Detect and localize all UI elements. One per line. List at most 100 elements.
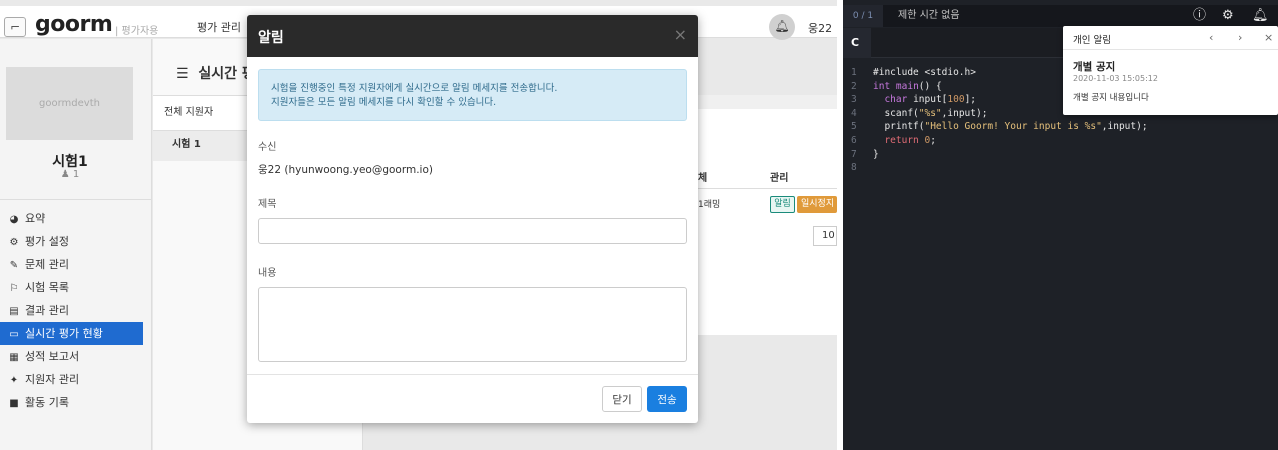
notification-modal: 알림 × 시험을 진행중인 특정 지원자에게 실시간으로 알림 메세지를 전송합… bbox=[247, 15, 698, 423]
code-line: 7} bbox=[843, 148, 1278, 162]
send-button[interactable]: 전송 bbox=[647, 386, 687, 412]
sidebar-item-label: 문제 관리 bbox=[25, 258, 69, 271]
sidebar-item-label: 지원자 관리 bbox=[25, 373, 80, 386]
line-number: 7 bbox=[851, 148, 857, 160]
chevron-right-icon[interactable]: › bbox=[1238, 31, 1242, 44]
monitor-icon: ▭ bbox=[9, 329, 19, 340]
recipient-label: 수신 bbox=[258, 142, 277, 153]
goorm-logo[interactable]: goorm bbox=[35, 12, 113, 37]
code-text: char input[100]; bbox=[884, 94, 977, 106]
back-button[interactable]: ⌐ bbox=[4, 17, 26, 37]
user-name[interactable]: 웅22 bbox=[808, 20, 832, 36]
table-header-manage: 관리 bbox=[770, 173, 789, 184]
document-icon: ▤ bbox=[9, 306, 19, 317]
info-line-2: 지원자들은 모든 알림 메세지를 다시 확인할 수 있습니다. bbox=[271, 97, 497, 108]
table-header-partial: 체 bbox=[698, 173, 708, 184]
notification-header: 개인 알림 ‹ › × bbox=[1063, 26, 1278, 50]
info-icon[interactable]: ⓘ bbox=[1193, 8, 1206, 24]
content-label: 내용 bbox=[258, 268, 277, 279]
sidebar-item-activity-log[interactable]: ■ 활동 기록 bbox=[0, 391, 143, 414]
sidebar-item-eval-settings[interactable]: ⚙ 평가 설정 bbox=[0, 230, 143, 253]
code-text: scanf("%s",input); bbox=[873, 107, 988, 119]
modal-header: 알림 × bbox=[247, 15, 698, 57]
line-number: 1 bbox=[851, 67, 857, 78]
sidebar-item-label: 활동 기록 bbox=[25, 396, 69, 409]
gear-icon: ⚙ bbox=[9, 237, 19, 248]
sidebar-item-label: 시험 목록 bbox=[25, 281, 69, 294]
recipient-value: 웅22 (hyunwoong.yeo@goorm.io) bbox=[258, 164, 433, 176]
problem-counter[interactable]: 0 / 1 bbox=[843, 5, 883, 27]
bell-icon[interactable]: 🔔︎ bbox=[1252, 8, 1269, 24]
gear-icon[interactable]: ⚙ bbox=[1222, 8, 1234, 24]
personal-notification-popup: 개인 알림 ‹ › × 개별 공지 2020-11-03 15:05:12 개별… bbox=[1063, 26, 1278, 115]
graduation-cap-icon: ✦ bbox=[9, 375, 19, 386]
info-line-1: 시험을 진행중인 특정 지원자에게 실시간으로 알림 메세지를 전송합니다. bbox=[271, 83, 558, 94]
report-icon: ▦ bbox=[9, 352, 19, 363]
sidebar: goormdevth 시험1 ♟ 1 ◕ 요약 ⚙ 평가 설정 ✎ 문제 관리 ⚐ 시험… bbox=[0, 39, 152, 450]
bell-icon[interactable]: 🔔︎ bbox=[769, 14, 795, 40]
tab-c[interactable]: C bbox=[843, 28, 871, 58]
table-cell-partial: 1래밍 bbox=[698, 200, 721, 210]
close-button[interactable]: 닫기 bbox=[602, 386, 642, 412]
sidebar-item-label: 결과 관리 bbox=[25, 304, 69, 317]
sidebar-item-label: 평가 설정 bbox=[25, 235, 69, 248]
modal-footer-divider bbox=[247, 374, 698, 375]
page-size-select[interactable]: 10 bbox=[813, 226, 837, 246]
sitemap-icon: ⚐ bbox=[9, 283, 19, 294]
sidebar-item-label: 성적 보고서 bbox=[25, 350, 80, 363]
subject-input[interactable] bbox=[258, 218, 687, 244]
code-line: 8 bbox=[843, 161, 1278, 175]
archive-icon: ■ bbox=[9, 398, 19, 409]
code-text: #include <stdio.h> bbox=[873, 67, 976, 78]
exam-participant-count: ♟ 1 bbox=[0, 169, 140, 180]
line-number: 6 bbox=[851, 134, 857, 146]
exam-name: 시험1 bbox=[52, 154, 88, 170]
sidebar-item-label: 실시간 평가 현황 bbox=[25, 327, 103, 340]
menu-icon[interactable]: ☰ bbox=[176, 66, 189, 82]
exam-thumbnail: goormdevth bbox=[6, 67, 133, 140]
sidebar-item-result-management[interactable]: ▤ 결과 관리 bbox=[0, 299, 143, 322]
notify-button[interactable]: 알림 bbox=[770, 196, 795, 213]
exam-count-value: 1 bbox=[72, 169, 80, 180]
code-text: return 0; bbox=[884, 134, 936, 146]
pause-button[interactable]: 일시정지 bbox=[797, 196, 837, 213]
sidebar-item-summary[interactable]: ◕ 요약 bbox=[0, 207, 143, 230]
sidebar-item-problem-management[interactable]: ✎ 문제 관리 bbox=[0, 253, 143, 276]
line-number: 4 bbox=[851, 107, 857, 119]
sidebar-item-realtime-status[interactable]: ▭ 실시간 평가 현황 bbox=[0, 322, 143, 345]
sidebar-item-applicant-management[interactable]: ✦ 지원자 관리 bbox=[0, 368, 143, 391]
pie-chart-icon: ◕ bbox=[9, 214, 19, 225]
editor-top-bar: 0 / 1 제한 시간 없음 ⓘ ⚙ 🔔︎ bbox=[843, 5, 1278, 27]
code-editor-app: 0 / 1 제한 시간 없음 ⓘ ⚙ 🔔︎ C 1 #include <stdio… bbox=[843, 0, 1278, 450]
page-title: ☰ 실시간 평 bbox=[176, 63, 255, 83]
code-line: 6 return 0; bbox=[843, 134, 1278, 148]
modal-title: 알림 bbox=[258, 30, 284, 46]
code-text: } bbox=[873, 148, 879, 160]
content-textarea[interactable] bbox=[258, 287, 687, 362]
sidebar-item-label: 요약 bbox=[25, 212, 46, 225]
notification-subject: 개별 공지 bbox=[1073, 61, 1116, 73]
time-limit-text: 제한 시간 없음 bbox=[898, 10, 960, 21]
line-number: 3 bbox=[851, 94, 857, 106]
line-number: 2 bbox=[851, 80, 857, 92]
sidebar-item-grade-report[interactable]: ▦ 성적 보고서 bbox=[0, 345, 143, 368]
nav-evaluation-management[interactable]: 평가 관리 bbox=[197, 19, 241, 35]
admin-app: ⌐ goorm | 평가자용 평가 관리 🔔︎ 웅22 goormdevth 시… bbox=[0, 0, 837, 450]
sidebar-menu: ◕ 요약 ⚙ 평가 설정 ✎ 문제 관리 ⚐ 시험 목록 ▤ 결과 관리 ▭ 실시간 평가 … bbox=[0, 207, 143, 414]
sidebar-item-exam-list[interactable]: ⚐ 시험 목록 bbox=[0, 276, 143, 299]
close-icon[interactable]: × bbox=[674, 25, 687, 44]
chevron-left-icon[interactable]: ‹ bbox=[1209, 31, 1213, 44]
subject-label: 제목 bbox=[258, 199, 277, 210]
edit-icon: ✎ bbox=[9, 260, 19, 271]
code-text: int main() { bbox=[873, 80, 942, 92]
close-icon[interactable]: × bbox=[1264, 31, 1273, 44]
line-number: 8 bbox=[851, 162, 857, 174]
logo-subtitle: | 평가자용 bbox=[115, 26, 159, 37]
line-number: 5 bbox=[851, 121, 857, 133]
code-text: printf("Hello Goorm! Your input is %s",i… bbox=[873, 121, 1148, 133]
code-line: 5 printf("Hello Goorm! Your input is %s"… bbox=[843, 120, 1278, 134]
info-alert: 시험을 진행중인 특정 지원자에게 실시간으로 알림 메세지를 전송합니다. 지… bbox=[258, 69, 687, 121]
user-icon: ♟ bbox=[60, 169, 70, 180]
divider bbox=[0, 199, 152, 200]
notification-body: 개별 공지 내용입니다 bbox=[1073, 93, 1149, 103]
